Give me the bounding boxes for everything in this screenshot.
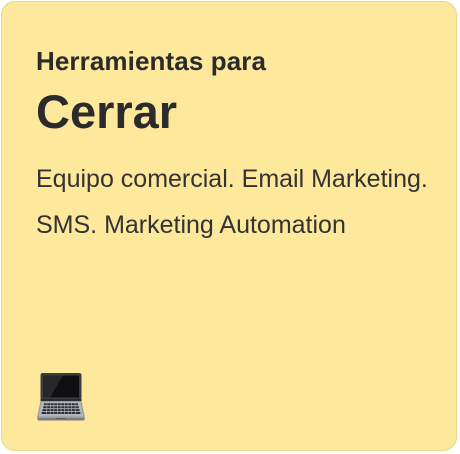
card-description: Equipo comercial. Email Marketing. SMS. … — [36, 165, 428, 239]
card-eyebrow: Herramientas para — [36, 46, 267, 76]
card-title: Cerrar — [36, 85, 178, 138]
laptop-icon — [37, 373, 85, 421]
tool-card: Herramientas para Cerrar Equipo comercia… — [1, 1, 457, 451]
